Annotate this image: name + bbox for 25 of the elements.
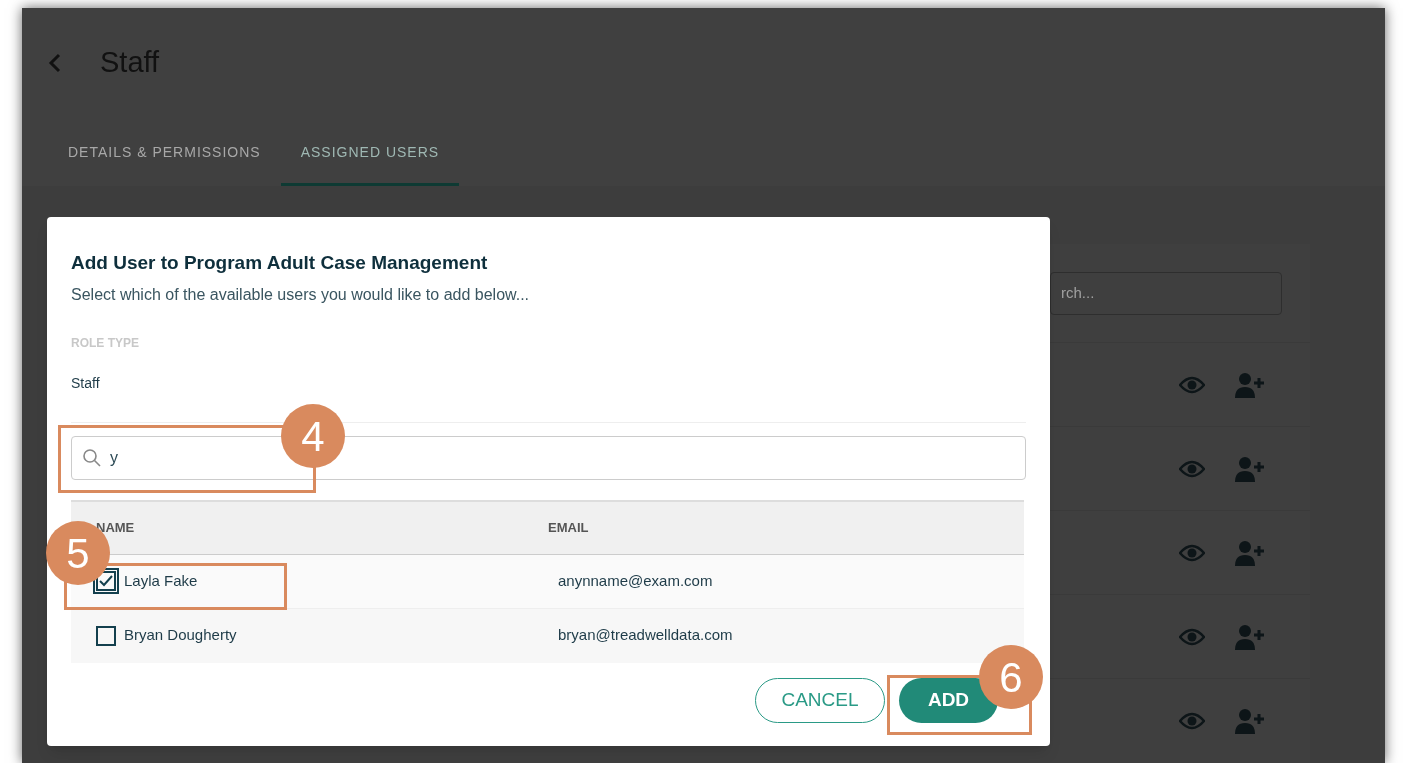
check-icon (99, 575, 113, 587)
user-name: Bryan Dougherty (124, 625, 237, 646)
tab[interactable]: DETAILS & PERMISSIONS (48, 142, 281, 186)
eye-icon[interactable] (1179, 627, 1205, 646)
user-plus-icon[interactable] (1235, 539, 1265, 566)
user-plus-icon[interactable] (1235, 623, 1265, 650)
eye-icon[interactable] (1179, 543, 1205, 562)
back-chevron-icon[interactable] (48, 53, 62, 73)
checkbox[interactable] (96, 571, 116, 591)
eye-icon[interactable] (1179, 375, 1205, 394)
user-plus-icon[interactable] (1235, 455, 1265, 482)
user-plus-icon[interactable] (1235, 371, 1265, 398)
search-field[interactable]: rch... (1050, 271, 1282, 315)
checkbox[interactable] (96, 625, 116, 646)
user-plus-icon[interactable] (1235, 707, 1265, 734)
dialog-subtitle: Select which of the available users you would like to add below... (71, 284, 531, 305)
eye-icon[interactable] (1179, 711, 1205, 730)
user-email: bryan@treadwelldata.com (558, 625, 733, 646)
column-header: EMAIL (548, 518, 589, 537)
user-name: Layla Fake (124, 570, 198, 591)
dialog-title: Add User to Program Adult Case Management (71, 251, 489, 275)
role-type-value: Staff (71, 373, 101, 393)
eye-icon[interactable] (1179, 459, 1205, 478)
search-icon (82, 447, 102, 468)
user-email: anynname@exam.com (558, 570, 713, 591)
